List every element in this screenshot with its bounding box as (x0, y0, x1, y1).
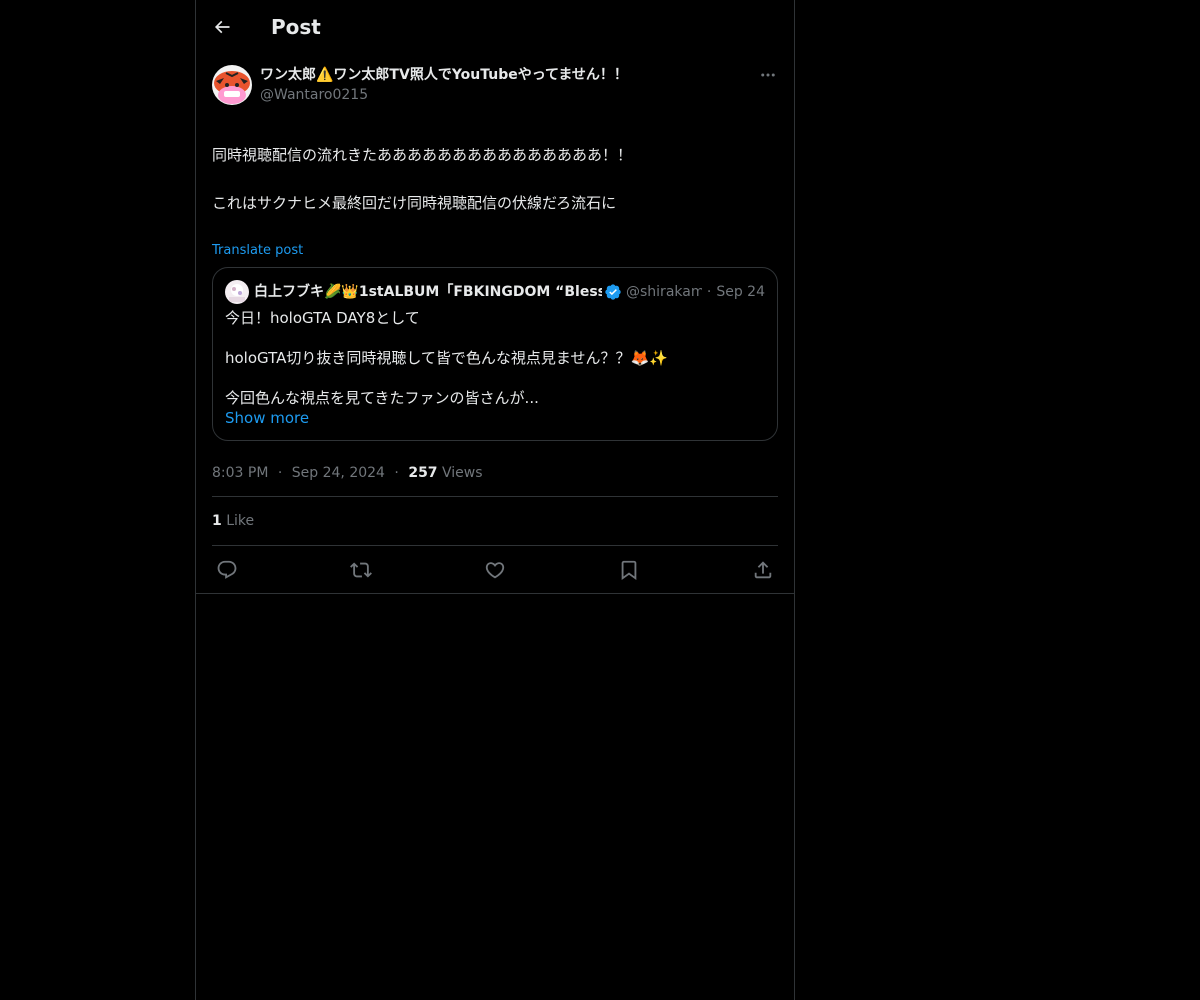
separator-dot: · (277, 465, 283, 481)
author-meta: ワン太郎⚠️ワン太郎TV照人でYouTubeやってません！！ @Wantaro0… (260, 65, 628, 105)
post-meta: 8:03 PM · Sep 24, 2024 · 257 Views (212, 457, 778, 497)
quote-text-line: 今回色んな視点を見てきたファンの皆さんが... (225, 389, 539, 407)
quote-avatar[interactable] (225, 280, 249, 304)
quote-display-name: 白上フブキ🌽👑1stALBUM「FBKINGDOM “Bless (254, 284, 602, 300)
post-date[interactable]: Sep 24, 2024 (292, 465, 385, 481)
quote-text-line: 今日！holoGTA DAY8として (225, 309, 420, 327)
section-divider (196, 593, 794, 594)
back-button[interactable] (205, 10, 239, 44)
quote-handle: @shirakami (626, 284, 702, 300)
post-column: Post ワン太郎⚠️ワン太郎TV照人でYouTubeやってません！！ @Wan… (195, 0, 795, 1000)
separator-dot: · (706, 284, 712, 300)
quote-date: Sep 24 (716, 284, 765, 300)
author-display-name[interactable]: ワン太郎⚠️ワン太郎TV照人でYouTubeやってません！！ (260, 65, 628, 85)
post-text: 同時視聴配信の流れきたあああああああああああああああ！！ これはサクナヒメ最終回… (212, 119, 778, 239)
likes-count: 1 (212, 513, 222, 529)
quoted-post[interactable]: 白上フブキ🌽👑1stALBUM「FBKINGDOM “Bless @shirak… (212, 267, 778, 441)
main-post: ワン太郎⚠️ワン太郎TV照人でYouTubeやってません！！ @Wantaro0… (196, 53, 794, 593)
reply-icon (217, 560, 237, 579)
page-header: Post (196, 0, 794, 53)
repost-button[interactable] (350, 559, 372, 581)
views-label: Views (442, 465, 483, 481)
post-text-line: これはサクナヒメ最終回だけ同時視聴配信の伏線だろ流石に (212, 194, 617, 212)
show-more-link[interactable]: Show more (225, 408, 309, 428)
page-title: Post (271, 14, 321, 39)
views-count: 257 (408, 465, 438, 481)
likes-label: Like (226, 513, 255, 529)
like-icon (485, 561, 505, 578)
post-time[interactable]: 8:03 PM (212, 465, 268, 481)
separator-dot: · (394, 465, 399, 481)
author-handle[interactable]: @Wantaro0215 (260, 85, 628, 105)
repost-icon (350, 562, 372, 577)
quote-text-line: holoGTA切り抜き同時視聴して皆で色んな視点見ません？？🦊✨ (225, 349, 668, 367)
verified-icon (604, 283, 622, 301)
more-button[interactable] (758, 65, 778, 85)
like-button[interactable] (484, 559, 506, 581)
share-button[interactable] (752, 559, 774, 581)
author-row: ワン太郎⚠️ワン太郎TV照人でYouTubeやってません！！ @Wantaro0… (212, 65, 778, 105)
bookmark-button[interactable] (618, 559, 640, 581)
share-icon (754, 560, 772, 578)
avatar[interactable] (212, 65, 252, 105)
action-bar (212, 546, 778, 593)
post-text-line: 同時視聴配信の流れきたあああああああああああああああ！！ (212, 146, 633, 164)
reply-button[interactable] (216, 559, 238, 581)
back-arrow-icon (214, 20, 230, 33)
likes-summary[interactable]: 1 Like (212, 497, 778, 546)
translate-post-link[interactable]: Translate post (212, 239, 303, 263)
bookmark-icon (621, 560, 637, 580)
quote-body: 今日！holoGTA DAY8として holoGTA切り抜き同時視聴して皆で色ん… (225, 308, 765, 408)
more-icon (761, 73, 775, 77)
quote-header: 白上フブキ🌽👑1stALBUM「FBKINGDOM “Bless @shirak… (225, 280, 765, 304)
